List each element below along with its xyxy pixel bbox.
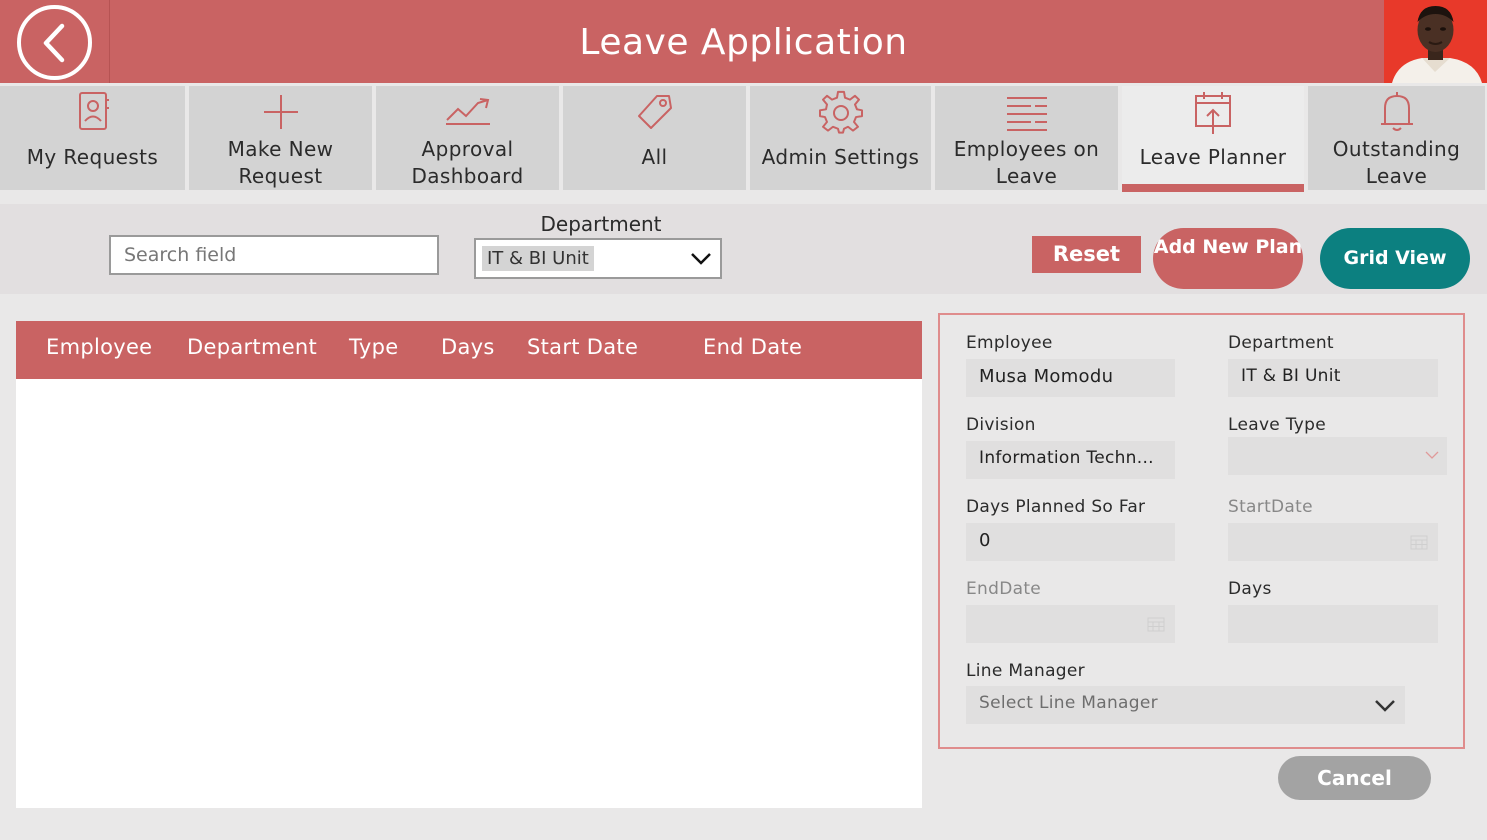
start-date-picker[interactable] (1228, 523, 1438, 561)
gear-icon (818, 90, 863, 134)
days-field[interactable] (1228, 605, 1438, 643)
tab-label: Leave Planner (1139, 145, 1287, 169)
tab-all[interactable]: All (563, 86, 748, 190)
bell-icon (1380, 92, 1413, 131)
tag-icon (637, 95, 672, 129)
search-input[interactable]: Search field (109, 235, 439, 275)
division-field[interactable]: Information Techn... (966, 441, 1175, 479)
back-area (0, 0, 110, 83)
contact-book-icon (78, 92, 109, 130)
line-manager-placeholder: Select Line Manager (979, 693, 1158, 713)
tab-label: Employees on Leave (953, 137, 1100, 188)
tab-leave-planner[interactable]: Leave Planner (1122, 86, 1306, 192)
tab-label: Make New Request (227, 137, 334, 188)
department-filter-label: Department (540, 212, 662, 236)
reset-button[interactable]: Reset (1032, 236, 1141, 273)
chevron-down-icon (691, 253, 711, 265)
column-header-type[interactable]: Type (349, 335, 398, 359)
employee-label: Employee (966, 333, 1053, 353)
user-avatar[interactable] (1384, 0, 1487, 83)
filter-bar: Search field Department IT & BI Unit Res… (0, 204, 1487, 294)
department-field[interactable]: IT & BI Unit (1228, 359, 1438, 397)
tab-label: Approval Dashboard (411, 137, 524, 188)
department-label: Department (1228, 333, 1334, 353)
column-header-end-date[interactable]: End Date (703, 335, 802, 359)
leave-plan-table: Employee Department Type Days Start Date… (16, 321, 922, 808)
line-manager-select[interactable]: Select Line Manager (966, 686, 1405, 724)
column-header-days[interactable]: Days (441, 335, 495, 359)
tab-admin-settings[interactable]: Admin Settings (750, 86, 933, 190)
column-header-start-date[interactable]: Start Date (527, 335, 638, 359)
division-label: Division (966, 415, 1036, 435)
days-planned-label: Days Planned So Far (966, 497, 1146, 517)
tab-label: My Requests (26, 145, 159, 169)
table-header: Employee Department Type Days Start Date… (16, 321, 922, 379)
leave-type-label: Leave Type (1228, 415, 1327, 435)
grid-view-button[interactable]: Grid View (1320, 228, 1470, 289)
tab-outstanding-leave[interactable]: Outstanding Leave (1308, 86, 1487, 190)
line-manager-label: Line Manager (966, 661, 1085, 681)
column-header-employee[interactable]: Employee (46, 335, 152, 359)
leave-type-select[interactable] (1228, 437, 1447, 475)
app-header: Leave Application (0, 0, 1487, 83)
tab-make-new-request[interactable]: Make New Request (189, 86, 374, 190)
page-title: Leave Application (579, 22, 908, 63)
department-select[interactable]: IT & BI Unit (474, 238, 722, 279)
tab-label: Admin Settings (761, 145, 920, 169)
employee-field[interactable]: Musa Momodu (966, 359, 1175, 397)
trend-chart-icon (445, 98, 490, 125)
column-header-department[interactable]: Department (187, 335, 317, 359)
add-new-plan-button[interactable]: Add New Plan (1153, 228, 1303, 289)
calendar-upload-icon (1195, 92, 1231, 134)
leave-plan-form: Employee Musa Momodu Department IT & BI … (938, 313, 1465, 749)
end-date-picker[interactable] (966, 605, 1175, 643)
tab-approval-dashboard[interactable]: Approval Dashboard (376, 86, 561, 190)
cancel-button[interactable]: Cancel (1278, 756, 1431, 800)
department-selected-value: IT & BI Unit (482, 246, 594, 271)
tab-label: Outstanding Leave (1332, 137, 1461, 188)
end-date-label: EndDate (966, 579, 1042, 599)
chevron-down-icon (1425, 451, 1439, 459)
days-label: Days (1228, 579, 1272, 599)
calendar-icon (1147, 617, 1165, 632)
chevron-down-icon (1375, 700, 1395, 712)
days-planned-field[interactable]: 0 (966, 523, 1175, 561)
tab-employees-on-leave[interactable]: Employees on Leave (935, 86, 1120, 190)
list-icon (1006, 97, 1047, 131)
nav-tabs: My Requests Make New Request Approval Da… (0, 84, 1487, 192)
start-date-label: StartDate (1228, 497, 1313, 517)
back-button[interactable] (17, 5, 92, 80)
tab-label: All (641, 145, 668, 169)
plus-icon (263, 95, 298, 129)
tab-my-requests[interactable]: My Requests (0, 86, 187, 190)
calendar-icon (1410, 535, 1428, 550)
chevron-left-icon (43, 23, 65, 63)
